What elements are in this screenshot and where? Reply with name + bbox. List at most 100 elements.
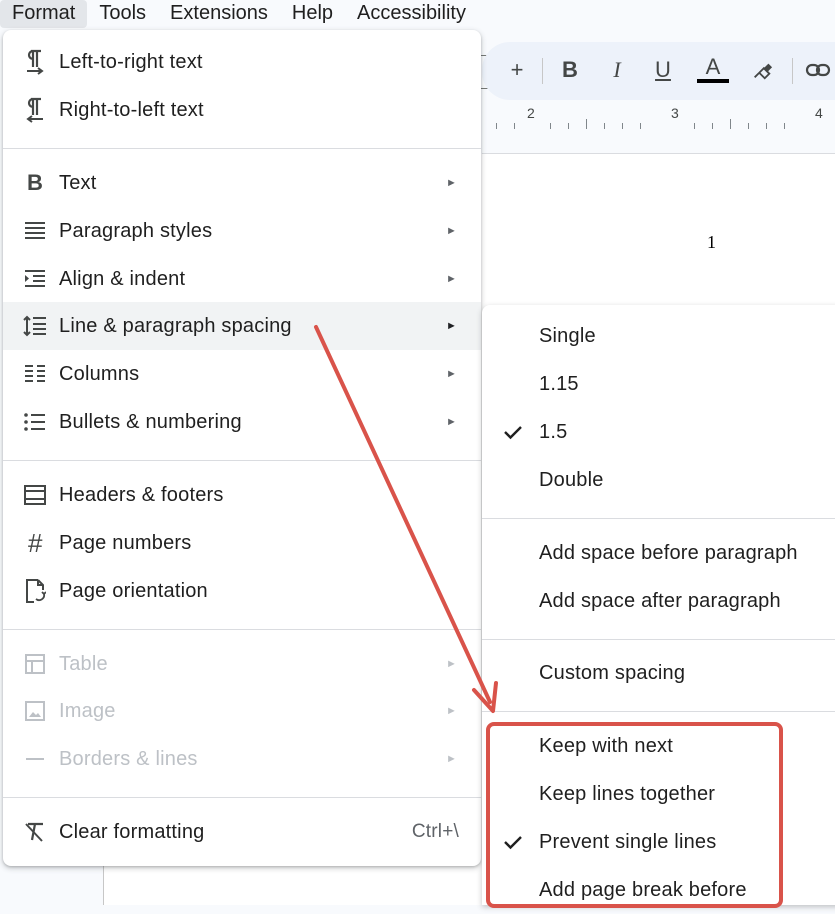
ruler-tick [766,123,767,129]
menu-item-label: Borders & lines [59,747,198,770]
menu-item-page-numbers[interactable]: # Page numbers [3,519,481,567]
option-label: Single [539,324,596,347]
ruler-tick [604,123,605,129]
increase-font-size-button[interactable]: + [499,52,535,88]
ruler-tick [748,123,749,129]
menu-item-label: Bullets & numbering [59,410,242,433]
menu-item-table: Table ► [3,640,481,688]
bold-button[interactable]: B [552,52,588,88]
menu-extensions[interactable]: Extensions [158,0,280,28]
image-icon [21,697,49,725]
submenu-arrow-icon: ► [446,658,458,670]
ruler-tick [496,123,497,129]
menu-item-clear-formatting[interactable]: Clear formatting Ctrl+\ [3,808,481,856]
page-orientation-icon [21,577,49,605]
menu-divider [3,148,481,149]
checkmark-icon [504,426,522,440]
option-label: Custom spacing [539,661,686,684]
custom-spacing[interactable]: Custom spacing [482,649,835,697]
menu-tools[interactable]: Tools [87,0,158,28]
toolbar-divider [542,58,543,84]
paragraph-styles-icon [21,217,49,245]
submenu-arrow-icon: ► [446,705,458,717]
menu-item-text[interactable]: B Text ► [3,159,481,207]
link-icon [805,63,831,77]
menu-item-left-to-right-text[interactable]: Left-to-right text [3,38,481,86]
menu-item-borders-lines: Borders & lines ► [3,735,481,783]
bullets-icon [21,408,49,436]
highlighter-icon [754,63,773,80]
add-space-before-paragraph[interactable]: Add space before paragraph [482,529,835,577]
submenu-divider [482,711,835,712]
submenu-arrow-icon: ► [446,320,458,332]
ruler[interactable]: 2 3 4 [482,101,835,131]
ruler-tick [550,123,551,129]
toolbar: + B I U A [482,42,835,100]
text-color-icon: A [705,54,721,79]
indent-icon [21,265,49,293]
highlight-color-button[interactable] [744,52,780,88]
menu-item-headers-footers[interactable]: Headers & footers [3,471,481,519]
submenu-arrow-icon: ► [446,225,458,237]
option-label: Add space before paragraph [539,541,798,564]
text-color-button[interactable]: A [695,52,731,88]
menu-accessibility[interactable]: Accessibility [345,0,478,28]
menu-item-page-orientation[interactable]: Page orientation [3,567,481,615]
plus-icon: + [510,57,524,82]
insert-link-button[interactable] [800,52,835,88]
ruler-tick [784,123,785,129]
page-number-text: 1 [707,232,716,252]
bold-icon: B [562,57,578,82]
ruler-number: 4 [815,105,823,121]
ruler-tick [568,123,569,129]
ruler-tick [640,123,641,129]
spacing-option-single[interactable]: Single [482,312,835,360]
submenu-divider [482,639,835,640]
menu-item-columns[interactable]: Columns ► [3,350,481,398]
menu-item-label: Align & indent [59,267,186,290]
menu-item-label: Columns [59,362,140,385]
menu-item-label: Left-to-right text [59,50,203,73]
submenu-arrow-icon: ► [446,753,458,765]
submenu-arrow-icon: ► [446,416,458,428]
italic-button[interactable]: I [599,52,635,88]
menu-item-label: Line & paragraph spacing [59,314,292,337]
menu-item-label: Table [59,652,108,675]
add-space-after-paragraph[interactable]: Add space after paragraph [482,577,835,625]
ruler-tick [622,123,623,129]
ruler-tick [694,123,695,129]
menu-item-bullets-numbering[interactable]: Bullets & numbering ► [3,398,481,446]
bold-icon: B [26,170,44,195]
menu-item-right-to-left-text[interactable]: Right-to-left text [3,86,481,134]
spacing-option-double[interactable]: Double [482,456,835,504]
submenu-arrow-icon: ► [446,368,458,380]
spacing-option-1-15[interactable]: 1.15 [482,360,835,408]
menu-item-label: Page orientation [59,579,208,602]
ruler-number: 3 [671,105,679,121]
ruler-tick [712,123,713,129]
menu-item-label: Paragraph styles [59,219,213,242]
underline-button[interactable]: U [645,52,681,88]
line-spacing-icon [21,312,49,340]
menu-divider [3,629,481,630]
menu-item-line-paragraph-spacing[interactable]: Line & paragraph spacing ► [3,302,481,350]
option-label: 1.15 [539,372,579,395]
menu-format[interactable]: Format [0,0,88,28]
menu-bar: Format Tools Extensions Help Accessibili… [0,0,835,28]
option-label: 1.5 [539,420,568,443]
submenu-arrow-icon: ► [446,177,458,189]
italic-icon: I [613,57,621,82]
ruler-tick [514,123,515,129]
menu-item-align-indent[interactable]: Align & indent ► [3,255,481,303]
header-footer-icon [21,481,49,509]
menu-help[interactable]: Help [280,0,345,28]
ruler-number: 2 [527,105,535,121]
rtl-text-icon [21,96,49,124]
menu-item-label: Image [59,699,116,722]
text-color-swatch [697,79,729,83]
spacing-option-1-5[interactable]: 1.5 [482,408,835,456]
format-menu: Left-to-right text Right-to-left text B … [3,30,481,866]
underline-icon: U [655,57,671,82]
clear-formatting-icon [21,818,49,846]
menu-item-paragraph-styles[interactable]: Paragraph styles ► [3,207,481,255]
